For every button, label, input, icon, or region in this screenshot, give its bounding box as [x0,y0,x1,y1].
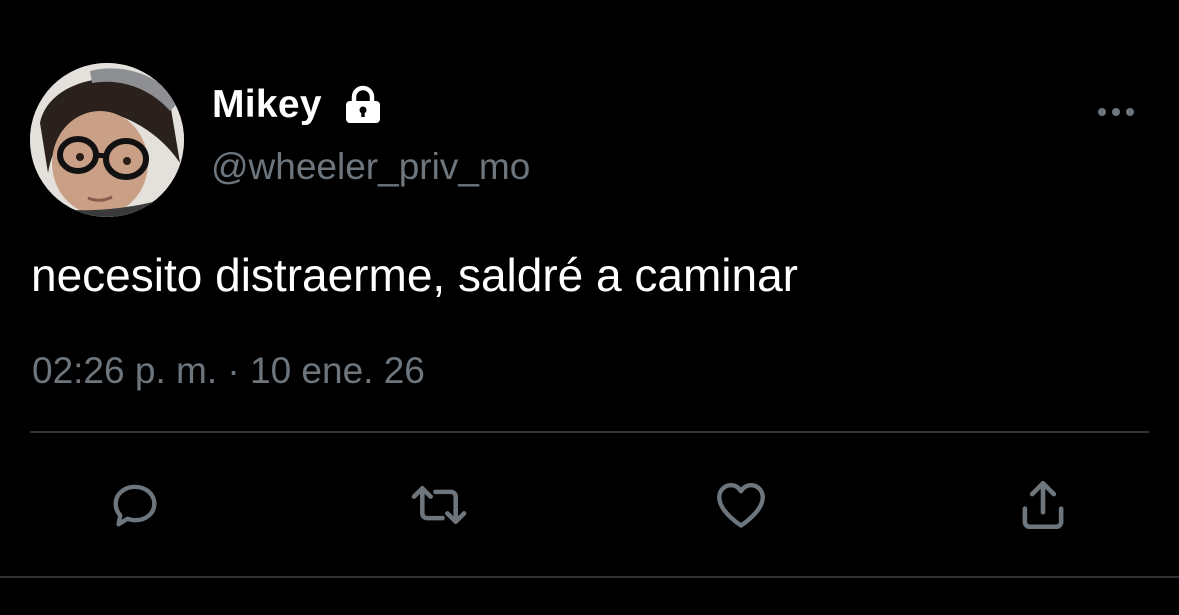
share-icon [1022,480,1064,530]
avatar[interactable] [30,63,184,217]
retweet-icon [411,486,467,524]
lock-icon [342,84,384,126]
reply-button[interactable] [100,470,170,540]
more-options-icon [1098,108,1134,116]
tweet-time: 02:26 p. m. [32,350,218,391]
timestamp[interactable]: 02:26 p. m. · 10 ene. 26 [32,350,425,392]
reply-icon [113,484,157,527]
bottom-divider [0,576,1179,578]
display-name-row: Mikey [212,80,384,130]
tweet-text: necesito distraerme, saldré a caminar [31,249,798,301]
like-button[interactable] [706,470,776,540]
heart-icon [717,483,765,528]
more-options-button[interactable] [1094,98,1138,126]
tweet-card: Mikey @wheeler_priv_mo necesito distraer… [0,0,1179,615]
retweet-button[interactable] [404,470,474,540]
tweet-actions-bar [0,470,1179,540]
display-name[interactable]: Mikey [212,83,322,127]
user-handle[interactable]: @wheeler_priv_mo [211,146,530,188]
share-button[interactable] [1008,470,1078,540]
divider [30,431,1149,433]
avatar-photo [30,63,184,217]
tweet-date: 10 ene. 26 [250,350,425,391]
timestamp-separator: · [227,350,240,391]
